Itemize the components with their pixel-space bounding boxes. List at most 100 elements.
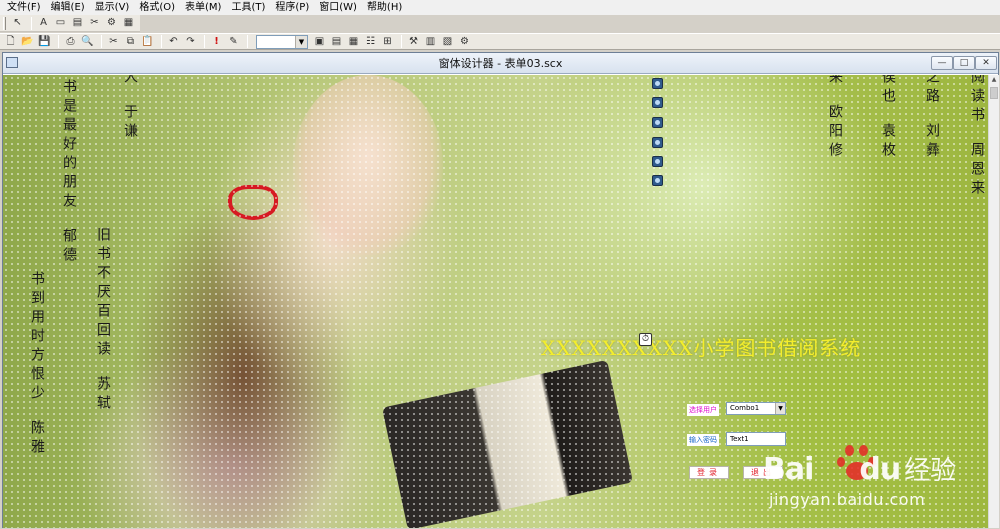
baidu-watermark: Bai du 经验 jingyan.baidu.com [763,450,957,509]
wizard-icon[interactable]: ⚙ [104,16,119,31]
poem-author: 刘彝 [924,123,940,161]
poem-author: 于谦 [122,104,138,142]
poem-label[interactable]: 阅读书周恩来 [967,75,987,199]
select-objects-icon[interactable]: ↖ [10,16,25,31]
redo-icon[interactable]: ↷ [183,34,198,49]
modify-icon[interactable]: ✎ [226,34,241,49]
menu-form[interactable]: 表单(M) [180,0,226,15]
open-folder-icon[interactable]: 📂 [20,34,35,49]
poem-text: 侯也 [880,75,896,107]
poem-author: 郁德 [61,228,77,266]
command-button-icon[interactable]: ▦ [121,16,136,31]
poem-label[interactable]: 书到用时方恨少陈雅 [27,271,47,458]
background-photo-face [293,75,443,255]
print-preview-icon[interactable]: 🔍 [80,34,95,49]
system-title-label[interactable]: XXXXXXXXXX小学图书借阅系统 [541,332,861,361]
editbox-control-icon[interactable]: ▤ [70,16,85,31]
print-icon[interactable]: ⎙ [63,34,78,49]
form-controls-toolbar: ↖ A ▭ ▤ ✂ ⚙ ▦ [0,15,140,32]
background-photo-bow [228,185,278,220]
poem-label[interactable]: 人于谦 [120,75,140,142]
cut-icon[interactable]: ✂ [106,34,121,49]
user-combobox-value: Combo1 [730,404,760,412]
poem-text: 阅读书 [969,75,985,126]
toolbar-separator [247,35,248,48]
user-combobox[interactable]: Combo1 ▼ [726,402,786,415]
menu-help[interactable]: 帮助(H) [362,0,407,15]
minimize-button[interactable]: — [931,56,953,70]
toolbar-grip[interactable] [3,16,6,30]
layout-toolbar-icon[interactable]: ▥ [423,34,438,49]
poem-label[interactable]: 来欧阳修 [825,75,845,161]
poem-label[interactable]: 旧书不厌百回读苏轼 [93,227,113,414]
standard-toolbar: 🗋 📂 💾 ⎙ 🔍 ✂ ⧉ 📋 ↶ ↷ ! ✎ ▼ ▣ ▤ ▦ ☷ ⊞ ⚒ ▥ … [0,33,1000,50]
copy-icon[interactable]: ⧉ [123,34,138,49]
watermark-experience: 经验 [904,456,957,486]
poem-text: 书到用时方恨少 [29,271,45,404]
image-control-icon[interactable] [652,117,663,128]
image-control-icon[interactable] [652,97,663,108]
watermark-brand-suffix: du [859,452,901,487]
chevron-down-icon[interactable]: ▼ [775,403,785,414]
close-button[interactable]: ✕ [975,56,997,70]
poem-author: 陈雅 [29,420,45,458]
select-user-label[interactable]: 选择用户 [687,404,719,416]
database-combo[interactable]: ▼ [256,34,308,49]
menu-view[interactable]: 显示(V) [90,0,135,15]
builder-lock-icon[interactable]: ⚙ [457,34,472,49]
scrollbar-thumb[interactable] [990,87,998,99]
poem-text: 来 [827,75,843,88]
window-title: 窗体设计器 - 表单03.scx [438,57,563,70]
command-window-icon[interactable]: ▣ [312,34,327,49]
menu-tools[interactable]: 工具(T) [226,0,270,15]
toolbar-separator [204,35,205,48]
image-control-icon[interactable] [652,156,663,167]
image-control-icon[interactable] [652,78,663,89]
login-button[interactable]: 登录 [689,466,729,479]
menu-bar: 文件(F) 编辑(E) 显示(V) 格式(O) 表单(M) 工具(T) 程序(P… [0,0,1000,15]
menu-window[interactable]: 窗口(W) [314,0,362,15]
timer-icon[interactable]: ⏱ [639,333,652,346]
new-file-icon[interactable]: 🗋 [3,34,18,49]
image-control-icon[interactable] [652,137,663,148]
label-control-icon[interactable]: A [36,16,51,31]
menu-program[interactable]: 程序(P) [270,0,314,15]
undo-icon[interactable]: ↶ [166,34,181,49]
menu-edit[interactable]: 编辑(E) [46,0,90,15]
menu-file[interactable]: 文件(F) [2,0,46,15]
password-textbox[interactable]: Text1 [726,432,786,446]
data-session-icon[interactable]: ▤ [329,34,344,49]
poem-text: 旧书不厌百回读 [95,227,111,360]
maximize-button[interactable]: □ [953,56,975,70]
poem-label[interactable]: 书是最好的朋友郁德 [59,79,79,266]
window-titlebar[interactable]: 窗体设计器 - 表单03.scx — □ ✕ [3,53,998,74]
toolbar-separator [401,35,402,48]
code-window-icon[interactable]: ⊞ [380,34,395,49]
form-controls-toolbar-icon[interactable]: ⚒ [406,34,421,49]
poem-text: 之路 [924,75,940,107]
form-canvas[interactable]: 书是最好的朋友郁德 书到用时方恨少陈雅 旧书不厌百回读苏轼 人于谦 来欧阳修 侯… [3,75,988,528]
save-icon[interactable]: 💾 [37,34,52,49]
textbox-control-icon[interactable]: ▭ [53,16,68,31]
poem-label[interactable]: 侯也袁枚 [878,75,898,161]
run-icon[interactable]: ! [209,34,224,49]
image-control-icon[interactable] [652,175,663,186]
poem-author: 苏轼 [95,376,111,414]
form-designer-icon[interactable]: ▦ [346,34,361,49]
menu-format[interactable]: 格式(O) [134,0,180,15]
watermark-brand: Bai [763,452,814,487]
vertical-scrollbar[interactable]: ▲ [988,75,999,528]
password-label[interactable]: 输入密码 [687,434,719,446]
poem-author: 袁枚 [880,123,896,161]
toolbar-separator [58,35,59,48]
scroll-up-icon[interactable]: ▲ [989,75,999,85]
color-palette-icon[interactable]: ▧ [440,34,455,49]
properties-icon[interactable]: ☷ [363,34,378,49]
paste-icon[interactable]: 📋 [140,34,155,49]
poem-author: 周恩来 [969,142,985,199]
toolbar-separator [161,35,162,48]
poem-text: 书是最好的朋友 [61,79,77,212]
chevron-down-icon[interactable]: ▼ [295,35,307,48]
poem-label[interactable]: 之路刘彝 [922,75,942,161]
builder-icon[interactable]: ✂ [87,16,102,31]
